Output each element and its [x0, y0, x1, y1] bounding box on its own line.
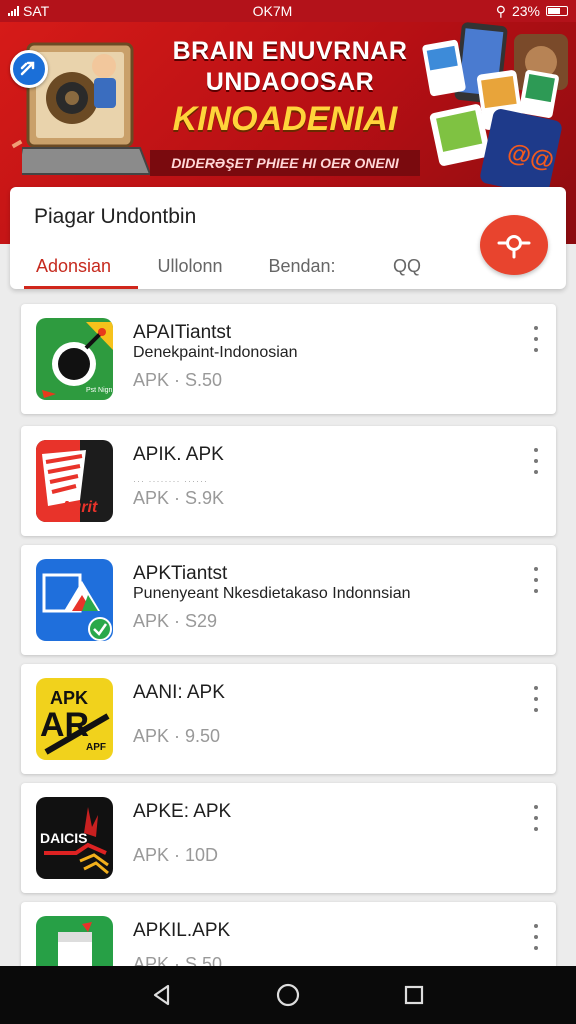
app-card-4[interactable]: APK AR APF AANI: APK APK · 9.50	[21, 664, 556, 774]
app-subtitle: ··· ········ ······	[133, 476, 208, 486]
status-left: SAT	[8, 3, 49, 19]
carrier-label: SAT	[23, 3, 50, 19]
app-name: AANI: APK	[133, 682, 225, 703]
overflow-menu-icon[interactable]	[532, 924, 540, 950]
overflow-menu-icon[interactable]	[532, 686, 540, 712]
battery-icon	[546, 6, 568, 16]
blue-tent-app-icon	[36, 559, 113, 641]
app-name: APIK. APK	[133, 444, 224, 465]
app-size: APK · S29	[133, 611, 218, 631]
status-bar: SAT OK7M ⚲ 23%	[0, 0, 576, 22]
app-description: Denekpaint-Indonosian	[133, 344, 298, 361]
recents-square-icon[interactable]	[402, 983, 426, 1007]
target-settings-icon	[497, 235, 531, 259]
status-right: ⚲ 23%	[496, 3, 568, 20]
banner-headline: BRAIN ENUVRNAR UNDAOOSAR	[160, 36, 420, 98]
banner-headline-line1: BRAIN ENUVRNAR	[172, 37, 408, 65]
overflow-menu-icon[interactable]	[532, 448, 540, 474]
yellow-apk-app-icon: APK AR APF	[36, 678, 113, 760]
banner-headline-line2: UNDAOOSAR	[205, 68, 375, 96]
app-name: APKIL.APK	[133, 920, 231, 941]
tab-qq[interactable]: QQ	[362, 243, 452, 289]
settings-fab[interactable]	[480, 215, 548, 275]
svg-text:Pst Nign: Pst Nign	[86, 387, 113, 394]
app-name: APAITiantst	[133, 322, 232, 343]
app-name: APKE: APK	[133, 801, 232, 822]
overflow-menu-icon[interactable]	[532, 805, 540, 831]
banner-highlight: KINOADENIAI	[172, 100, 398, 138]
app-description: Punenyeant Nkesdietakaso Indonnsian	[133, 585, 411, 602]
svg-text:APF: APF	[86, 742, 106, 753]
header-card: Piagar Undontbin Adonsian Ullolonn Benda…	[10, 187, 566, 289]
home-circle-icon[interactable]	[275, 982, 301, 1008]
black-logo-app-icon: DAICIS	[36, 797, 113, 879]
app-size: APK · 9.50	[133, 726, 221, 746]
signal-icon	[8, 6, 19, 16]
svg-text:APK: APK	[50, 688, 88, 708]
phones-illustration: @@	[422, 22, 568, 192]
navigation-bar	[0, 966, 576, 1024]
app-size: APK · 10D	[133, 845, 219, 865]
banner-tagline: DIDERƏŞET PHIEE HI OER ONENI	[150, 150, 420, 176]
app-card-3[interactable]: APKTiantst Punenyeant Nkesdietakaso Indo…	[21, 545, 556, 655]
app-size: APK · S.9K	[133, 488, 225, 508]
category-tabs: Adonsian Ullolonn Bendan: QQ	[24, 243, 452, 289]
app-card-1[interactable]: Pst Nign APAITiantst Denekpaint-Indonosi…	[21, 304, 556, 414]
alarm-icon: ⚲	[495, 2, 506, 19]
app-name: APKTiantst	[133, 563, 228, 584]
tab-bendan[interactable]: Bendan:	[242, 243, 362, 289]
bomb-app-icon: Pst Nign	[36, 318, 113, 400]
overflow-menu-icon[interactable]	[532, 326, 540, 352]
stripes-app-icon: Agrit	[36, 440, 113, 522]
page-title: Piagar Undontbin	[34, 205, 197, 228]
back-triangle-icon[interactable]	[150, 983, 174, 1007]
svg-text:DAICIS: DAICIS	[40, 830, 87, 846]
app-card-2[interactable]: Agrit APIK. APK ··· ········ ······ APK …	[21, 426, 556, 536]
app-size: APK · S.50	[133, 370, 223, 390]
brand-badge-icon	[10, 50, 48, 88]
tab-adonsian[interactable]: Adonsian	[24, 243, 138, 289]
battery-percent: 23%	[511, 3, 540, 19]
tab-ullolonn[interactable]: Ullolonn	[138, 243, 242, 289]
svg-text:Agrit: Agrit	[59, 499, 98, 516]
clock: OK7M	[252, 3, 293, 19]
overflow-menu-icon[interactable]	[532, 567, 540, 593]
app-card-5[interactable]: DAICIS APKE: APK APK · 10D	[21, 783, 556, 893]
